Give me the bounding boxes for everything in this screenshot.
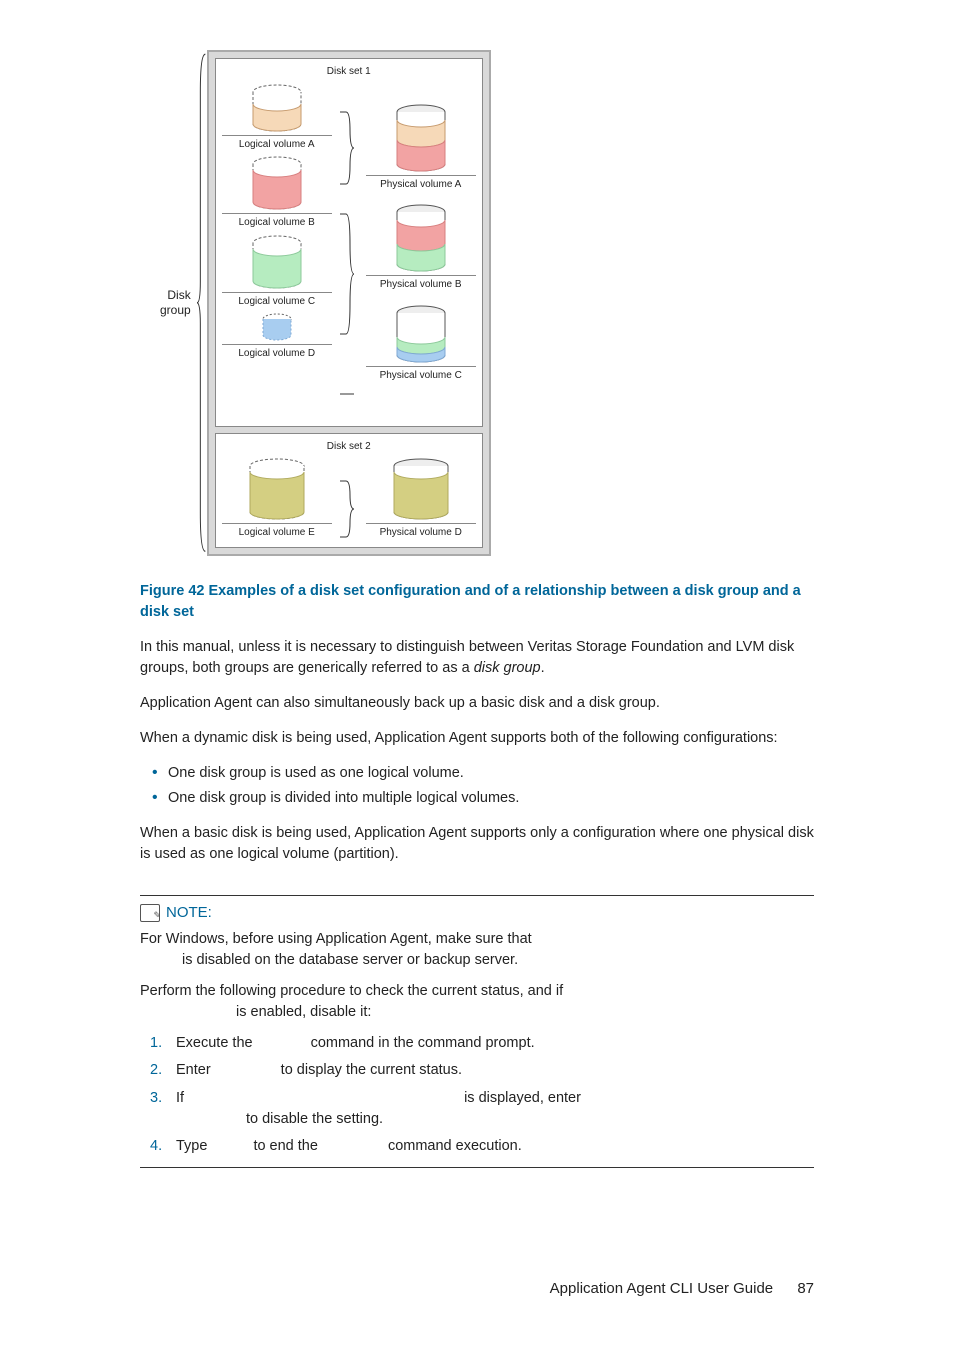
disk-group-label: Disk group [160, 288, 191, 317]
page-number: 87 [797, 1280, 814, 1297]
note-heading: NOTE: [140, 902, 814, 924]
list-item: One disk group is used as one logical vo… [140, 763, 814, 784]
divider [140, 895, 814, 896]
figure-caption: Figure 42 Examples of a disk set configu… [140, 581, 814, 623]
list-item: One disk group is divided into multiple … [140, 788, 814, 809]
physical-volume-c: Physical volume C [366, 305, 476, 384]
body-paragraph: When a basic disk is being used, Applica… [140, 823, 814, 865]
list-item: 2. Enterto display the current status. [140, 1060, 814, 1081]
body-paragraph: In this manual, unless it is necessary t… [140, 637, 814, 679]
logical-volume-e: Logical volume E [222, 458, 332, 541]
note-block: NOTE: For Windows, before using Applicat… [140, 895, 814, 1168]
list-item: 3. Ifis displayed, enter to disable the … [140, 1088, 814, 1130]
brace-icon [197, 50, 207, 556]
physical-volume-a: Physical volume A [366, 104, 476, 193]
body-paragraph: Application Agent can also simultaneousl… [140, 693, 814, 714]
note-paragraph: For Windows, before using Application Ag… [140, 929, 814, 971]
list-item: 4. Typeto end thecommand execution. [140, 1136, 814, 1157]
note-paragraph: Perform the following procedure to check… [140, 981, 814, 1023]
logical-volume-c: Logical volume C [222, 235, 332, 310]
body-paragraph: When a dynamic disk is being used, Appli… [140, 728, 814, 749]
disk-set-2: Disk set 2 Logical volume E [215, 433, 483, 548]
disk-set-1-title: Disk set 1 [222, 65, 476, 80]
numbered-list: 1. Execute thecommand in the command pro… [140, 1033, 814, 1156]
note-icon [140, 904, 160, 922]
disk-set-1: Disk set 1 Logical volume A [215, 58, 483, 427]
logical-volume-b: Logical volume B [222, 156, 332, 231]
logical-volume-d: Logical volume D [222, 313, 332, 362]
page-footer: Application Agent CLI User Guide 87 [140, 1278, 814, 1300]
disk-set-2-title: Disk set 2 [222, 440, 476, 455]
physical-volume-d: Physical volume D [366, 458, 476, 541]
logical-volume-a: Logical volume A [222, 84, 332, 153]
physical-volume-b: Physical volume B [366, 204, 476, 293]
connector-icon [340, 458, 358, 545]
diagram: Disk group Disk set 1 [160, 50, 814, 556]
bullet-list: One disk group is used as one logical vo… [140, 763, 814, 809]
divider [140, 1167, 814, 1168]
connector-icon [340, 84, 358, 424]
diagram-panel: Disk set 1 Logical volume A [207, 50, 491, 556]
list-item: 1. Execute thecommand in the command pro… [140, 1033, 814, 1054]
footer-title: Application Agent CLI User Guide [550, 1280, 773, 1297]
